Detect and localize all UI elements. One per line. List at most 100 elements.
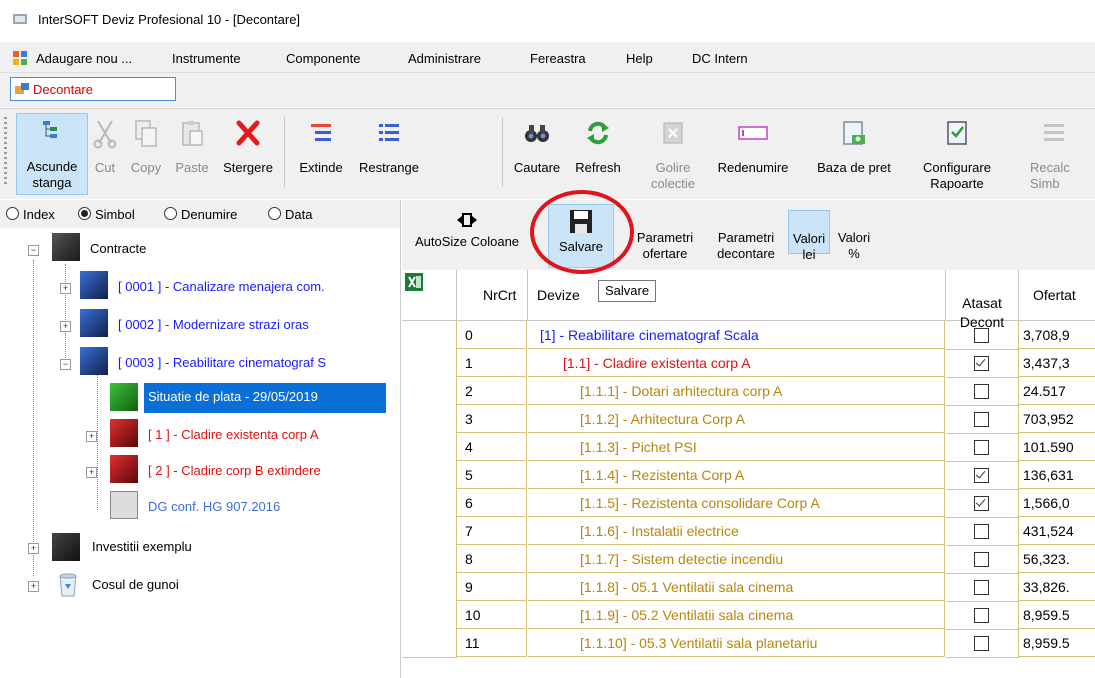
nrcrt-cell[interactable]: 8 — [457, 545, 527, 573]
devize-cell[interactable]: [1.1.7] - Sistem detectie incendiu — [528, 545, 945, 573]
row-header-cell[interactable] — [402, 573, 457, 602]
devize-cell[interactable]: [1.1.3] - Pichet PSI — [528, 433, 945, 461]
excel-export-icon[interactable] — [404, 272, 424, 292]
tree-node-0002[interactable]: + [ 0002 ] - Modernizare strazi oras — [0, 308, 400, 342]
atasat-decont-cell[interactable] — [946, 405, 1019, 434]
atasat-decont-cell[interactable] — [946, 629, 1019, 658]
atasat-checkbox[interactable] — [974, 552, 989, 567]
nrcrt-cell[interactable]: 0 — [457, 321, 527, 349]
ofertat-cell[interactable]: 1,566,0 — [1019, 489, 1095, 517]
row-header-cell[interactable] — [402, 461, 457, 490]
column-header-atasat-decont[interactable]: Atasat Decont — [946, 270, 1019, 330]
nrcrt-cell[interactable]: 1 — [457, 349, 527, 377]
atasat-decont-cell[interactable] — [946, 517, 1019, 546]
table-row[interactable]: 10 [1.1.9] - 05.2 Ventilatii sala cinema 8… — [402, 601, 1095, 630]
ofertat-cell[interactable]: 703,952 — [1019, 405, 1095, 433]
ascunde-stanga-button[interactable]: Ascunde stanga — [16, 113, 88, 195]
menu-adaugare-nou[interactable]: Adaugare nou ... — [36, 51, 132, 66]
row-header-cell[interactable] — [402, 489, 457, 518]
expand-toggle[interactable]: + — [86, 431, 97, 442]
table-row[interactable]: 11 [1.1.10] - 05.3 Ventilatii sala planet… — [402, 629, 1095, 658]
expand-toggle[interactable]: + — [28, 543, 39, 554]
menu-administrare[interactable]: Administrare — [408, 51, 481, 66]
table-row[interactable]: 3 [1.1.2] - Arhitectura Corp A 703,952 — [402, 405, 1095, 434]
atasat-checkbox[interactable] — [974, 608, 989, 623]
menu-instrumente[interactable]: Instrumente — [172, 51, 241, 66]
table-row[interactable]: 9 [1.1.8] - 05.1 Ventilatii sala cinema 33… — [402, 573, 1095, 602]
golire-colectie-button[interactable]: Golire colectie — [644, 115, 702, 193]
atasat-decont-cell[interactable] — [946, 489, 1019, 518]
devize-cell[interactable]: [1.1.2] - Arhitectura Corp A — [528, 405, 945, 433]
tree-node-corp-a[interactable]: + [ 1 ] - Cladire existenta corp A — [0, 418, 400, 452]
tree-node-corp-b[interactable]: + [ 2 ] - Cladire corp B extindere — [0, 454, 400, 488]
expand-toggle[interactable]: + — [86, 467, 97, 478]
nrcrt-cell[interactable]: 2 — [457, 377, 527, 405]
nrcrt-cell[interactable]: 9 — [457, 573, 527, 601]
atasat-checkbox[interactable] — [974, 496, 989, 511]
ofertat-cell[interactable]: 56,323. — [1019, 545, 1095, 573]
devize-cell[interactable]: [1.1.6] - Instalatii electrice — [528, 517, 945, 545]
devize-cell[interactable]: [1.1] - Cladire existenta corp A — [528, 349, 945, 377]
table-row[interactable]: 4 [1.1.3] - Pichet PSI 101.590 — [402, 433, 1095, 462]
autosize-coloane-button[interactable]: AutoSize Coloane — [404, 208, 530, 264]
stergere-button[interactable]: Stergere — [220, 115, 276, 193]
menu-dc-intern[interactable]: DC Intern — [692, 51, 748, 66]
atasat-decont-cell[interactable] — [946, 461, 1019, 490]
table-row[interactable]: 1 [1.1] - Cladire existenta corp A 3,437,3 — [402, 349, 1095, 378]
expand-toggle[interactable]: + — [28, 581, 39, 592]
ofertat-cell[interactable]: 101.590 — [1019, 433, 1095, 461]
atasat-decont-cell[interactable] — [946, 349, 1019, 378]
tree-node-contracte[interactable]: − Contracte — [0, 232, 400, 266]
collapse-toggle[interactable]: − — [28, 245, 39, 256]
atasat-checkbox[interactable] — [974, 524, 989, 539]
ofertat-cell[interactable]: 3,437,3 — [1019, 349, 1095, 377]
ofertat-cell[interactable]: 8,959.5 — [1019, 601, 1095, 629]
restrange-button[interactable]: Restrange — [356, 115, 422, 193]
menu-componente[interactable]: Componente — [286, 51, 360, 66]
cut-button[interactable]: Cut — [90, 115, 120, 193]
expand-toggle[interactable]: + — [60, 283, 71, 294]
refresh-button[interactable]: Refresh — [570, 115, 626, 193]
devize-cell[interactable]: [1.1.4] - Rezistenta Corp A — [528, 461, 945, 489]
row-header-cell[interactable] — [402, 629, 457, 658]
expand-toggle[interactable]: + — [60, 321, 71, 332]
paste-button[interactable]: Paste — [170, 115, 214, 193]
radio-data[interactable]: Data — [268, 207, 312, 222]
menu-help[interactable]: Help — [626, 51, 653, 66]
tab-decontare[interactable]: Decontare — [10, 77, 176, 101]
atasat-checkbox[interactable] — [974, 636, 989, 651]
row-header-cell[interactable] — [402, 433, 457, 462]
column-header-ofertat[interactable]: Ofertat — [1019, 270, 1095, 321]
ofertat-cell[interactable]: 8,959.5 — [1019, 629, 1095, 657]
copy-button[interactable]: Copy — [126, 115, 166, 193]
nrcrt-cell[interactable]: 4 — [457, 433, 527, 461]
tree-node-dg-conf[interactable]: DG conf. HG 907.2016 — [0, 490, 400, 524]
atasat-checkbox[interactable] — [974, 384, 989, 399]
toolbar-grip[interactable] — [4, 117, 7, 187]
devize-cell[interactable]: [1.1.10] - 05.3 Ventilatii sala planetar… — [528, 629, 945, 657]
radio-denumire[interactable]: Denumire — [164, 207, 237, 222]
column-header-devize[interactable]: Devize — [528, 270, 946, 321]
ofertat-cell[interactable]: 33,826. — [1019, 573, 1095, 601]
recalc-simb-button[interactable]: Recalc Simb — [1012, 115, 1095, 193]
table-row[interactable]: 0 [1] - Reabilitare cinematograf Scala 3,7… — [402, 321, 1095, 350]
tree-node-investitii-exemplu[interactable]: + Investitii exemplu — [0, 530, 400, 564]
radio-index[interactable]: Index — [6, 207, 55, 222]
row-header-cell[interactable] — [402, 349, 457, 378]
row-header-cell[interactable] — [402, 405, 457, 434]
atasat-decont-cell[interactable] — [946, 433, 1019, 462]
atasat-decont-cell[interactable] — [946, 321, 1019, 350]
extinde-button[interactable]: Extinde — [290, 115, 352, 193]
nrcrt-cell[interactable]: 5 — [457, 461, 527, 489]
row-header-cell[interactable] — [402, 377, 457, 406]
valori-procent-toggle[interactable]: Valori % — [832, 214, 876, 262]
nrcrt-cell[interactable]: 11 — [457, 629, 527, 657]
tree-node-situatie-de-plata[interactable]: Situatie de plata - 29/05/2019 — [0, 380, 400, 414]
atasat-decont-cell[interactable] — [946, 377, 1019, 406]
atasat-checkbox[interactable] — [974, 468, 989, 483]
row-header-cell[interactable] — [402, 601, 457, 630]
atasat-decont-cell[interactable] — [946, 545, 1019, 574]
configurare-rapoarte-button[interactable]: Configurare Rapoarte — [908, 115, 1006, 193]
mdi-child-icon[interactable] — [12, 50, 28, 66]
ofertat-cell[interactable]: 136,631 — [1019, 461, 1095, 489]
